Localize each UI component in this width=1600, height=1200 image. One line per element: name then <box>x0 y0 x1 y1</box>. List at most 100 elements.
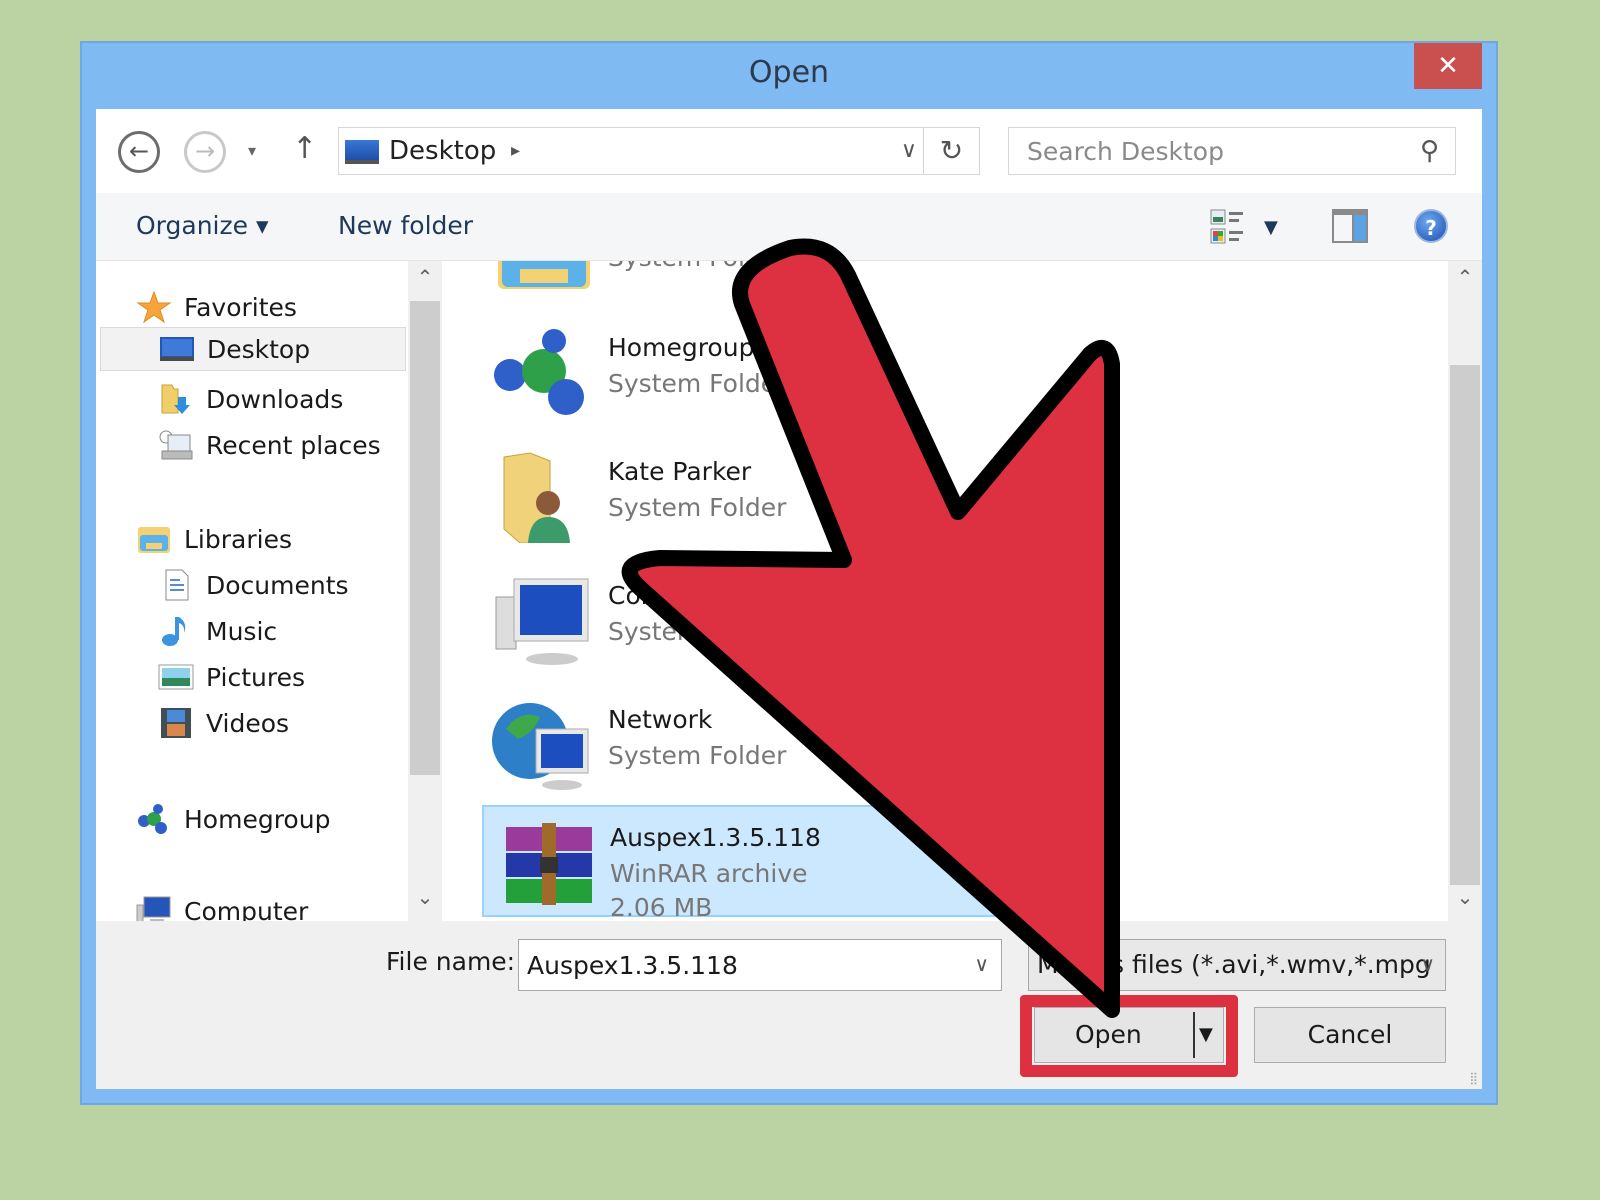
file-item-kate-parker[interactable]: Kate Parker System Folder <box>482 441 1002 553</box>
search-box[interactable]: ⚲ <box>1008 127 1456 175</box>
file-name-input[interactable] <box>519 940 959 990</box>
chevron-down-icon[interactable]: ∨ <box>1420 952 1435 976</box>
scrollbar-thumb[interactable] <box>410 301 440 775</box>
scroll-down-arrow[interactable]: ⌄ <box>1448 885 1482 909</box>
file-item-auspex-archive[interactable]: Auspex1.3.5.118 WinRAR archive 2.06 MB <box>482 805 1002 921</box>
computer-icon <box>136 896 171 921</box>
file-name: Computer <box>608 581 733 610</box>
tree-item-label: Desktop <box>207 334 311 364</box>
nav-pane-scrollbar[interactable]: ⌃ ⌄ <box>408 261 442 921</box>
file-list: System Folder Homegroup System Folder Ka… <box>444 261 1482 921</box>
scroll-up-arrow[interactable]: ⌃ <box>1448 265 1482 289</box>
forward-button[interactable]: → <box>184 131 226 173</box>
breadcrumb-desktop[interactable]: Desktop <box>389 136 496 166</box>
libraries-icon <box>498 261 590 289</box>
file-item-computer[interactable]: Computer System Folder <box>482 565 1002 677</box>
documents-icon <box>165 569 189 601</box>
recent-places-icon <box>159 430 193 460</box>
tree-item-label: Downloads <box>206 384 344 414</box>
scroll-down-arrow[interactable]: ⌄ <box>408 885 442 909</box>
homegroup-icon <box>494 329 584 415</box>
organize-button[interactable]: Organize ▾ <box>136 211 269 240</box>
address-bar[interactable]: Desktop ▸ ∨ ↻ <box>338 127 980 175</box>
computer-icon <box>495 578 589 665</box>
tree-item-label: Music <box>206 616 278 646</box>
scrollbar-thumb[interactable] <box>1450 365 1480 885</box>
preview-pane-icon[interactable] <box>1332 209 1368 243</box>
tree-item-label: Computer <box>184 896 309 922</box>
search-input[interactable] <box>1009 128 1389 174</box>
chevron-down-icon[interactable]: ∨ <box>974 952 989 976</box>
file-item-libraries[interactable]: System Folder <box>482 261 1002 303</box>
open-dialog: Open ✕ ← → ▾ ↑ Desktop ▸ ∨ ↻ ⚲ Organize … <box>80 41 1498 1105</box>
breadcrumb-arrow-icon[interactable]: ▸ <box>511 140 520 161</box>
homegroup-icon <box>138 804 167 834</box>
tree-item-music[interactable]: Music <box>158 609 277 653</box>
new-folder-button[interactable]: New folder <box>338 211 473 240</box>
file-item-network[interactable]: Network System Folder <box>482 689 1002 801</box>
address-dropdown-icon[interactable]: ∨ <box>901 138 917 163</box>
tree-item-libraries[interactable]: Libraries <box>136 517 292 561</box>
search-icon[interactable]: ⚲ <box>1420 136 1439 166</box>
network-icon <box>492 703 589 790</box>
file-name: Kate Parker <box>608 457 752 486</box>
tree-item-downloads[interactable]: Downloads <box>158 377 343 421</box>
tree-item-desktop[interactable]: Desktop <box>100 327 406 371</box>
file-type: System Folder <box>608 261 786 272</box>
close-button[interactable]: ✕ <box>1414 43 1482 89</box>
refresh-button[interactable]: ↻ <box>923 128 979 174</box>
tree-item-recent-places[interactable]: Recent places <box>158 423 381 467</box>
help-icon[interactable]: ? <box>1414 209 1448 243</box>
file-type: System Folder <box>608 617 787 646</box>
star-icon <box>136 291 172 323</box>
user-folder-icon <box>503 452 570 543</box>
file-type: System Folder <box>608 369 787 398</box>
tree-item-homegroup[interactable]: Homegroup <box>136 797 330 841</box>
tree-item-label: Documents <box>206 570 349 600</box>
dialog-client: ← → ▾ ↑ Desktop ▸ ∨ ↻ ⚲ Organize ▾ New f… <box>96 109 1482 1089</box>
file-type: System Folder <box>608 493 787 522</box>
tree-item-label: Recent places <box>206 430 381 460</box>
libraries-icon <box>138 527 170 553</box>
file-name-combobox[interactable]: ∨ <box>518 939 1002 991</box>
navigation-pane: Favorites Desktop Downloads Recent place… <box>96 261 444 921</box>
file-name: Auspex1.3.5.118 <box>610 823 821 852</box>
winrar-archive-icon <box>506 823 592 905</box>
file-type: WinRAR archive <box>610 859 808 888</box>
file-name: Homegroup <box>608 333 755 362</box>
file-type-select[interactable]: Movies files (*.avi,*.wmv,*.mpg ∨ <box>1028 939 1446 991</box>
back-button[interactable]: ← <box>118 131 160 173</box>
window-title: Open <box>748 55 830 90</box>
tree-item-label: Homegroup <box>184 804 331 834</box>
tree-item-computer[interactable]: Computer <box>136 889 308 921</box>
tree-item-favorites[interactable]: Favorites <box>136 285 297 329</box>
resize-grip[interactable]: ⣿ <box>1469 1071 1478 1085</box>
tree-item-documents[interactable]: Documents <box>158 563 349 607</box>
pictures-icon <box>158 664 194 690</box>
up-button[interactable]: ↑ <box>292 131 317 166</box>
title-bar[interactable]: Open ✕ <box>82 43 1496 109</box>
tree-item-pictures[interactable]: Pictures <box>158 655 305 699</box>
change-view-icon[interactable] <box>1210 209 1244 245</box>
file-name: Network <box>608 705 713 734</box>
file-type: System Folder <box>608 741 787 770</box>
view-dropdown-icon[interactable]: ▼ <box>1264 217 1278 238</box>
navigation-bar: ← → ▾ ↑ Desktop ▸ ∨ ↻ ⚲ <box>96 109 1482 193</box>
file-name-label: File name: <box>386 947 516 976</box>
cancel-button[interactable]: Cancel <box>1254 1007 1446 1063</box>
desktop-icon <box>160 337 194 361</box>
tree-item-videos[interactable]: Videos <box>158 701 289 745</box>
videos-icon <box>161 708 191 738</box>
file-size: 2.06 MB <box>610 893 713 921</box>
file-type-value: Movies files (*.avi,*.wmv,*.mpg <box>1037 950 1431 979</box>
file-list-scrollbar[interactable]: ⌃ ⌄ <box>1448 261 1482 921</box>
scroll-up-arrow[interactable]: ⌃ <box>408 265 442 289</box>
downloads-icon <box>161 384 190 414</box>
open-button-highlight <box>1020 995 1238 1077</box>
tree-item-label: Favorites <box>184 292 297 322</box>
desktop-icon <box>345 140 379 164</box>
file-item-homegroup[interactable]: Homegroup System Folder <box>482 317 1002 429</box>
recent-locations-dropdown[interactable]: ▾ <box>248 141 256 160</box>
tree-item-label: Libraries <box>184 524 292 554</box>
tree-item-label: Videos <box>206 708 290 738</box>
